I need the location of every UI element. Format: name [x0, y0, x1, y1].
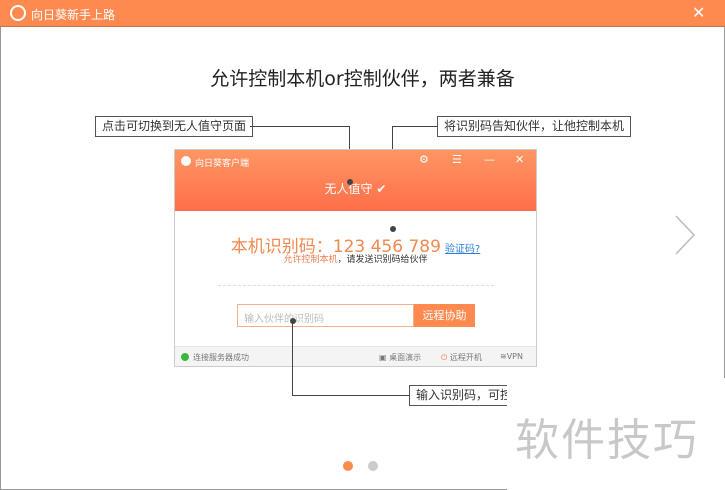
window-titlebar: 向日葵新手上路 ✕ [0, 0, 725, 27]
leader-line [292, 320, 293, 396]
leader-line [392, 126, 437, 127]
id-hint: 允许控制本机，请发送识别码给伙伴 [175, 252, 536, 265]
client-logo-icon [181, 156, 191, 166]
page-title: 允许控制本机or控制伙伴，两者兼备 [210, 68, 515, 90]
vpn-label: VPN [506, 352, 523, 361]
connection-status: 连接服务器成功 [193, 353, 249, 362]
sunflower-logo-icon [10, 5, 26, 21]
minimize-icon[interactable]: — [484, 153, 495, 166]
leader-dot [347, 179, 353, 185]
menu-icon[interactable]: ☰ [452, 153, 462, 166]
callout-input-id: 输入识别码，可控 [409, 385, 519, 406]
power-icon: ⏻ [441, 353, 448, 362]
unattended-mode-toggle[interactable]: 无人值守 ✔ [175, 180, 536, 197]
callout-id-code: 将识别码告知伙伴，让他控制本机 [437, 116, 632, 137]
desktop-demo-label: 桌面演示 [389, 353, 422, 362]
remote-boot-button[interactable]: ⏻ 远程开机 [441, 352, 482, 363]
leader-line [292, 395, 409, 396]
wifi-icon: ≋ [500, 352, 507, 361]
client-window-preview: 向日葵客户端 ⚙ ☰ — ✕ 无人值守 ✔ 本机识别码：123 456 789 验… [174, 149, 537, 367]
check-circle-icon: ✔ [376, 182, 387, 196]
client-title: 向日葵客户端 [195, 159, 250, 169]
vpn-button[interactable]: ≋VPN [500, 352, 523, 361]
page-dot-1-active[interactable] [343, 461, 353, 471]
partner-id-input[interactable]: 输入伙伴的识别码 [237, 304, 414, 327]
desktop-demo-button[interactable]: ▣ 桌面演示 [379, 352, 421, 363]
client-footer: 连接服务器成功 ▣ 桌面演示 ⏻ 远程开机 ≋VPN [175, 346, 536, 366]
gear-icon[interactable]: ⚙ [419, 153, 429, 166]
hint-highlight: 允许控制本机 [283, 255, 338, 265]
hint-text: ，请发送识别码给伙伴 [337, 255, 428, 265]
remote-boot-label: 远程开机 [449, 353, 482, 362]
page-dot-2[interactable] [368, 461, 378, 471]
leader-line [250, 126, 350, 127]
leader-dot [290, 318, 296, 324]
remote-assist-button[interactable]: 远程协助 [414, 304, 475, 327]
close-icon[interactable]: ✕ [692, 3, 705, 22]
close-icon[interactable]: ✕ [515, 153, 524, 166]
window-title: 向日葵新手上路 [31, 8, 116, 22]
divider [218, 285, 494, 286]
screen-icon: ▣ [379, 353, 387, 362]
callout-unattended: 点击可切换到无人值守页面 [95, 116, 254, 137]
watermark-text: 软件技巧 [515, 415, 699, 466]
status-ok-icon [181, 353, 189, 361]
client-header: 向日葵客户端 ⚙ ☰ — ✕ 无人值守 ✔ [175, 150, 536, 211]
next-page-chevron-icon[interactable] [672, 214, 698, 256]
watermark: 软件技巧 [507, 378, 725, 490]
